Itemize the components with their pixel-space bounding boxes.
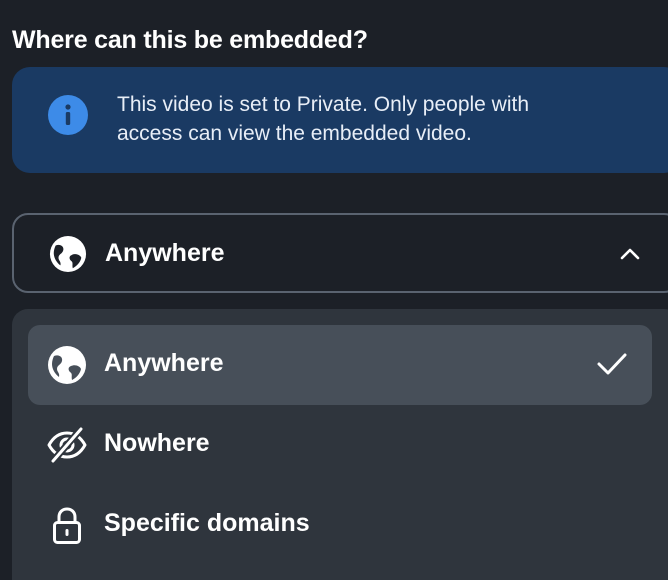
section-heading: Where can this be embedded?	[12, 26, 368, 54]
lock-icon	[53, 507, 81, 544]
option-label: Anywhere	[104, 349, 224, 377]
option-label: Specific domains	[104, 509, 310, 537]
option-nowhere[interactable]: Nowhere	[28, 405, 652, 485]
info-icon	[48, 95, 88, 135]
chevron-up-icon[interactable]	[619, 244, 641, 262]
notice-line-2: access can view the embedded video.	[117, 122, 472, 145]
embed-settings-panel: Where can this be embedded? This video i…	[0, 0, 668, 580]
eye-slash-icon	[47, 425, 87, 465]
option-anywhere[interactable]: Anywhere	[28, 325, 652, 405]
globe-icon	[49, 235, 87, 273]
embed-location-menu: Anywhere Nowhere Specific domains	[12, 309, 668, 580]
option-specific-domains[interactable]: Specific domains	[28, 485, 652, 565]
checkmark-icon	[597, 353, 627, 375]
option-label: Nowhere	[104, 429, 210, 457]
globe-icon	[48, 346, 86, 384]
embed-location-select[interactable]: Anywhere	[12, 213, 668, 293]
notice-line-1: This video is set to Private. Only peopl…	[117, 93, 530, 116]
notice-text: This video is set to Private. Only peopl…	[117, 90, 637, 148]
privacy-notice: This video is set to Private. Only peopl…	[12, 67, 668, 173]
select-value: Anywhere	[105, 239, 225, 267]
